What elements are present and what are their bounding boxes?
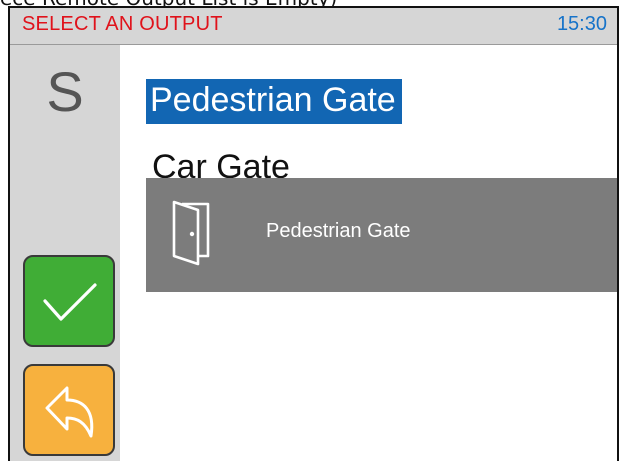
device-screen: SELECT AN OUTPUT 15:30 S Pedestrian Gate…: [8, 6, 619, 461]
back-arrow-icon: [45, 386, 94, 438]
page-title: SELECT AN OUTPUT: [22, 13, 223, 35]
confirm-button[interactable]: [23, 255, 115, 347]
clock: 15:30: [556, 13, 607, 35]
toast-label: Pedestrian Gate: [266, 220, 411, 242]
sidebar: S: [10, 45, 120, 461]
checkmark-icon: [43, 283, 97, 321]
output-item-pedestrian-gate[interactable]: Pedestrian Gate: [146, 79, 402, 124]
door-icon: [172, 200, 210, 266]
back-button[interactable]: [23, 364, 115, 456]
header-bar: SELECT AN OUTPUT 15:30: [10, 8, 617, 45]
selection-toast: Pedestrian Gate: [146, 178, 617, 292]
alphabet-letter[interactable]: S: [10, 57, 120, 127]
